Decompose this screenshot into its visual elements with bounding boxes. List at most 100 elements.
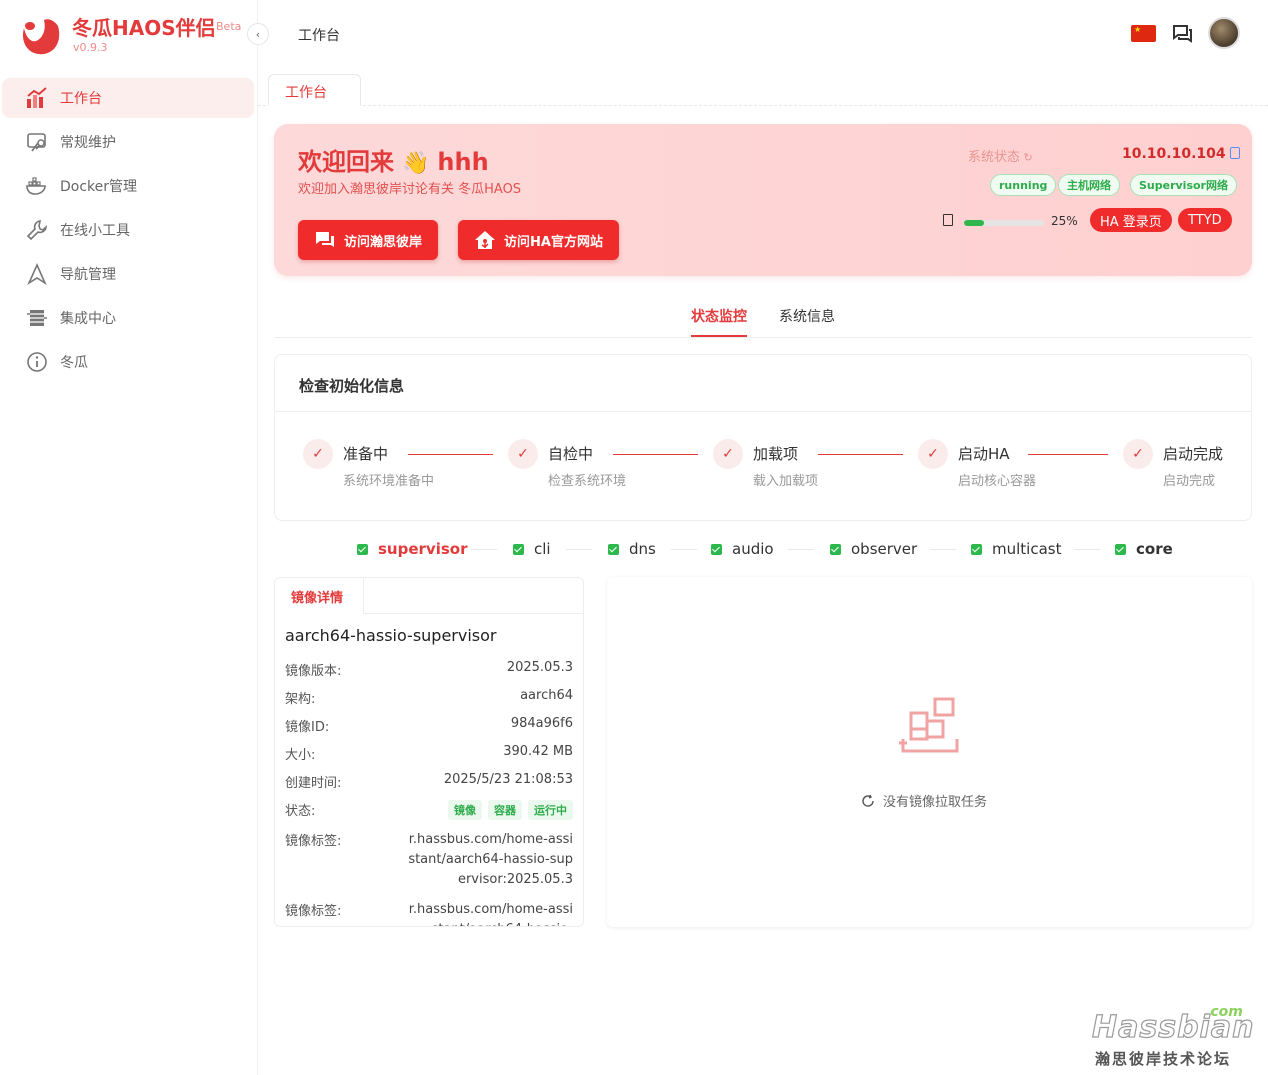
disk-usage-bar [964, 220, 1044, 226]
sidebar-item-label: 工作台 [60, 91, 102, 107]
component-supervisor[interactable]: supervisor [357, 540, 467, 558]
welcome-text: 欢迎回来 [298, 148, 394, 176]
component-dns[interactable]: dns [608, 540, 656, 558]
row-value: 390.42 MB [503, 744, 573, 759]
step-addons: ✓ 加载项 载入加载项 [713, 439, 913, 499]
component-label: observer [851, 540, 918, 558]
welcome-card: 欢迎回来 👋 hhh 欢迎加入瀚思彼岸讨论有关 冬瓜HAOS 访问瀚思彼岸 访问HA… [274, 124, 1252, 276]
separator [471, 549, 497, 550]
row-value: 984a96f6 [510, 716, 573, 731]
component-label: dns [629, 540, 656, 558]
separator [930, 549, 956, 550]
sidebar-item-label: 集成中心 [60, 311, 116, 327]
detail-row-tag: 镜像标签: r.hassbus.com/home-assistant/aarch… [285, 830, 573, 892]
row-value: r.hassbus.com/home-assistant/aarch64-has… [408, 832, 573, 887]
segment-tabs: 状态监控 系统信息 [274, 300, 1252, 338]
refresh-icon: ↻ [1020, 151, 1033, 164]
row-value: 2025.05.3 [506, 660, 573, 675]
row-value: r.hassbus.com/home-assistant/aarch64-has… [408, 902, 573, 926]
row-value: 2025/5/23 21:08:53 [443, 772, 573, 787]
watermark-sub: 瀚思彼岸技术论坛 [1095, 1050, 1232, 1068]
info-icon [26, 351, 48, 373]
visit-forum-button[interactable]: 访问瀚思彼岸 [298, 220, 439, 260]
sidebar: 冬瓜HAOS伴侣 Beta v0.9.3 工作台 常规维护 Docker管理 在… [0, 0, 258, 1075]
step-title: 启动HA [958, 445, 1010, 463]
language-flag-icon[interactable]: ★ [1131, 25, 1156, 42]
tab-system-info[interactable]: 系统信息 [779, 306, 835, 326]
integration-icon [26, 307, 48, 329]
chat-icon[interactable] [1170, 22, 1194, 46]
step-title: 启动完成 [1163, 445, 1224, 463]
brand[interactable]: 冬瓜HAOS伴侣 Beta v0.9.3 [16, 10, 256, 60]
welcome-subtitle: 欢迎加入瀚思彼岸讨论有关 冬瓜HAOS [298, 182, 522, 197]
component-core[interactable]: core [1115, 540, 1173, 558]
step-desc: 检查系统环境 [548, 474, 627, 489]
disk-usage-fill [964, 220, 984, 226]
step-desc: 系统环境准备中 [343, 474, 435, 489]
disk-icon [943, 214, 953, 226]
divider [275, 411, 1251, 412]
disk-usage-text: 25% [1051, 214, 1078, 228]
chevron-left-icon: ‹ [255, 27, 261, 41]
row-key: 大小: [285, 748, 316, 763]
step-preparing: ✓ 准备中 系统环境准备中 [303, 439, 503, 499]
sidebar-item-integration[interactable]: 集成中心 [2, 298, 254, 338]
sidebar-item-label: 常规维护 [60, 135, 116, 151]
tab-image-detail[interactable]: 镜像详情 [275, 578, 364, 614]
sidebar-item-maintenance[interactable]: 常规维护 [2, 122, 254, 162]
welcome-title: 欢迎回来 👋 hhh [298, 142, 489, 177]
row-key: 架构: [285, 692, 316, 707]
system-status[interactable]: 系统状态 ↻ [968, 146, 1033, 165]
separator [671, 549, 697, 550]
row-key: 镜像ID: [285, 720, 330, 735]
component-audio[interactable]: audio [711, 540, 774, 558]
visit-ha-label: 访问HA官方网站 [504, 234, 603, 250]
copy-icon[interactable] [1229, 147, 1240, 159]
row-value: aarch64 [520, 688, 573, 703]
component-cli[interactable]: cli [513, 540, 551, 558]
component-label: audio [732, 540, 774, 558]
component-observer[interactable]: observer [830, 540, 917, 558]
status-badge-running: running [990, 174, 1057, 196]
checkbox-checked-icon [357, 543, 368, 555]
row-key: 镜像标签: [285, 834, 342, 849]
breadcrumb[interactable]: 工作台 [298, 25, 340, 45]
ha-login-button[interactable]: HA 登录页 [1090, 208, 1172, 232]
checkbox-checked-icon [830, 543, 841, 555]
checkbox-checked-icon [1115, 543, 1126, 555]
sidebar-item-about[interactable]: 冬瓜 [2, 342, 254, 382]
sidebar-item-navigation[interactable]: 导航管理 [2, 254, 254, 294]
checkbox-checked-icon [971, 543, 982, 555]
sidebar-item-dashboard[interactable]: 工作台 [2, 78, 254, 118]
step-desc: 启动核心容器 [958, 474, 1037, 489]
visit-forum-label: 访问瀚思彼岸 [344, 234, 423, 250]
user-avatar[interactable] [1208, 17, 1240, 49]
step-selfcheck: ✓ 自检中 检查系统环境 [508, 439, 708, 499]
collapse-sidebar-button[interactable]: ‹ [247, 23, 269, 45]
beta-badge: Beta [216, 20, 242, 33]
ttyd-button[interactable]: TTYD [1178, 208, 1232, 232]
image-detail-card: 镜像详情 aarch64-hassio-supervisor 镜像版本: 2025… [274, 577, 584, 927]
separator [788, 549, 814, 550]
check-icon: ✓ [508, 439, 538, 469]
visit-ha-site-button[interactable]: 访问HA官方网站 [458, 220, 619, 260]
tab-status-monitor[interactable]: 状态监控 [691, 306, 747, 326]
check-icon: ✓ [918, 439, 948, 469]
sidebar-item-docker[interactable]: Docker管理 [2, 166, 254, 206]
step-desc: 启动完成 [1163, 474, 1216, 489]
sidebar-item-label: Docker管理 [60, 179, 138, 195]
app-title: 冬瓜HAOS伴侣 [72, 16, 216, 40]
separator [1074, 549, 1100, 550]
status-badge-running: 运行中 [528, 800, 573, 820]
home-assistant-icon [475, 231, 495, 249]
empty-box-icon [899, 697, 959, 753]
step-title: 自检中 [548, 445, 594, 463]
row-key: 创建时间: [285, 776, 342, 791]
sidebar-item-tools[interactable]: 在线小工具 [2, 210, 254, 250]
row-key: 镜像标签: [285, 904, 342, 919]
page-tabbar: 工作台 [258, 74, 1268, 106]
step-desc: 载入加载项 [753, 474, 819, 489]
tab-dashboard[interactable]: 工作台 [268, 74, 361, 106]
row-key: 状态: [285, 804, 316, 819]
component-multicast[interactable]: multicast [971, 540, 1061, 558]
